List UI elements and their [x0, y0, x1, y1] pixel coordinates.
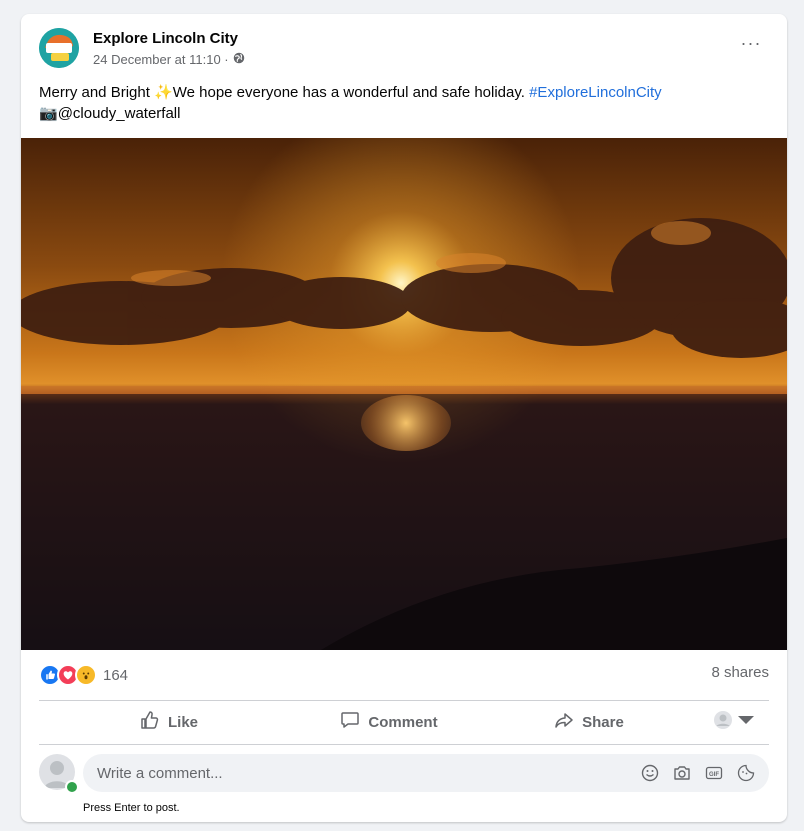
like-button[interactable]: Like	[39, 710, 299, 734]
post-text-part2: We hope everyone has a wonderful and saf…	[172, 84, 525, 101]
comment-placeholder: Write a comment...	[97, 764, 223, 782]
emoji-icon[interactable]	[641, 764, 659, 782]
share-label: Share	[582, 713, 624, 731]
comment-label: Comment	[368, 713, 438, 731]
post-text-part1: Merry and Bright	[39, 84, 150, 101]
share-arrow-icon	[554, 710, 574, 734]
reactions-summary[interactable]: 164	[39, 664, 128, 686]
comment-tools: GIF	[641, 764, 755, 782]
post-hint: Press Enter to post.	[83, 802, 180, 814]
reaction-count[interactable]: 164	[103, 667, 128, 684]
page-name[interactable]: Explore Lincoln City	[93, 30, 238, 47]
gif-icon[interactable]: GIF	[705, 764, 723, 782]
divider	[39, 744, 769, 745]
thumbs-up-icon	[140, 710, 160, 734]
post-text: Merry and Bright ✨We hope everyone has a…	[39, 82, 769, 124]
post-header: Explore Lincoln City 24 December at 11:1…	[39, 26, 769, 74]
camera-emoji: 📷	[39, 105, 58, 122]
sparkle-emoji: ✨	[154, 84, 173, 101]
share-button[interactable]: Share	[479, 710, 699, 734]
like-label: Like	[167, 713, 198, 731]
shares-count[interactable]: 8 shares	[711, 664, 769, 681]
post-actions: Like Comment Share	[39, 702, 769, 742]
globe-icon	[233, 52, 245, 67]
wow-icon	[75, 664, 97, 686]
online-status-dot	[65, 780, 79, 794]
comment-composer: Write a comment... GIF	[39, 754, 769, 794]
post-timestamp[interactable]: 24 December at 11:10 ·	[93, 52, 229, 67]
audience-selector-button[interactable]	[699, 710, 769, 734]
sticker-icon[interactable]	[737, 764, 755, 782]
comment-bubble-icon	[340, 710, 360, 734]
divider	[39, 700, 769, 701]
hashtag-link[interactable]: #ExploreLincolnCity	[529, 84, 662, 101]
page-avatar[interactable]	[39, 28, 79, 68]
comment-button[interactable]: Comment	[299, 710, 479, 734]
post-meta: 24 December at 11:10 ·	[93, 52, 245, 67]
chevron-down-icon	[736, 710, 756, 734]
svg-text:GIF: GIF	[709, 772, 719, 778]
comment-input[interactable]: Write a comment... GIF	[83, 754, 769, 792]
post-card: Explore Lincoln City 24 December at 11:1…	[21, 14, 787, 822]
post-stats: 164 8 shares	[39, 662, 769, 686]
more-options-button[interactable]: ···	[733, 32, 769, 60]
camera-icon[interactable]	[673, 764, 691, 782]
post-photo[interactable]	[21, 138, 787, 650]
profile-avatar-small-icon	[713, 710, 733, 734]
photo-credit: @cloudy_waterfall	[57, 105, 181, 122]
